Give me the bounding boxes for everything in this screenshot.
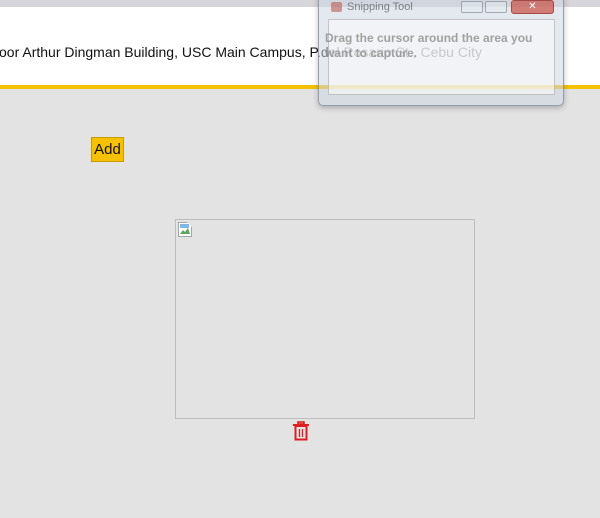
broken-image-icon bbox=[178, 222, 192, 237]
maximize-button[interactable] bbox=[485, 1, 507, 13]
snipping-tool-window: Snipping Tool ✕ Drag the cursor around t… bbox=[318, 0, 564, 106]
minimize-button[interactable] bbox=[461, 1, 483, 13]
delete-trash-icon[interactable] bbox=[292, 421, 310, 441]
add-button[interactable]: Add bbox=[91, 137, 124, 162]
snipping-tool-message: Drag the cursor around the area you want… bbox=[325, 31, 533, 60]
snipping-tool-title: Snipping Tool bbox=[347, 1, 413, 13]
close-button[interactable]: ✕ bbox=[511, 0, 554, 14]
image-preview bbox=[175, 219, 475, 419]
scissors-icon bbox=[331, 2, 342, 12]
